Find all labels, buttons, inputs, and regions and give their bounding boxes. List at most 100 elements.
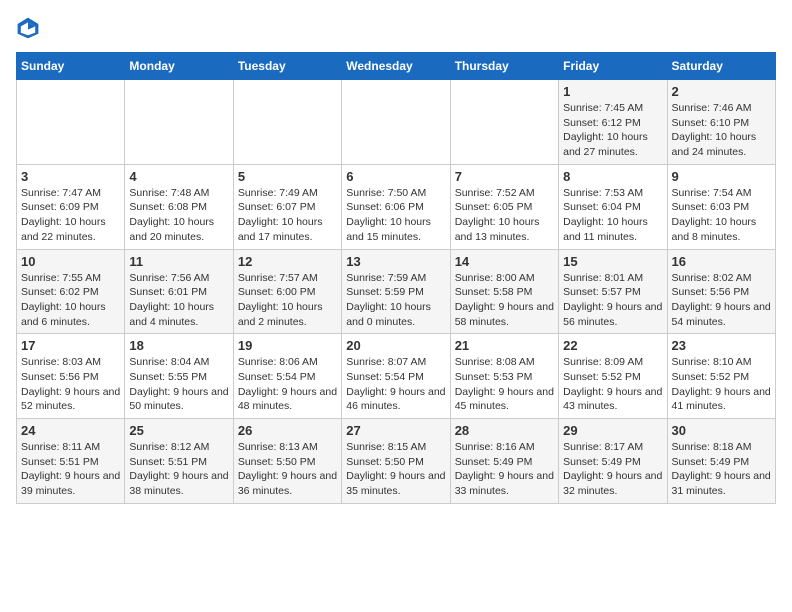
day-info: Sunrise: 8:18 AMSunset: 5:49 PMDaylight:… [672,440,771,499]
day-info: Sunrise: 7:57 AMSunset: 6:00 PMDaylight:… [238,271,337,330]
day-info: Sunrise: 7:47 AMSunset: 6:09 PMDaylight:… [21,186,120,245]
calendar-cell: 23Sunrise: 8:10 AMSunset: 5:52 PMDayligh… [667,334,775,419]
calendar-cell: 24 Sunrise: 8:11 AMSunset: 5:51 PMDayligh… [17,419,125,504]
day-number: 24 [21,423,120,438]
day-number: 7 [455,169,554,184]
calendar-cell: 25Sunrise: 8:12 AMSunset: 5:51 PMDayligh… [125,419,233,504]
calendar-cell: 17 Sunrise: 8:03 AMSunset: 5:56 PMDayligh… [17,334,125,419]
day-number: 18 [129,338,228,353]
day-number: 14 [455,254,554,269]
calendar-cell: 12 Sunrise: 7:57 AMSunset: 6:00 PMDayligh… [233,249,341,334]
weekday-header: Tuesday [233,53,341,80]
day-number: 6 [346,169,445,184]
day-number: 17 [21,338,120,353]
calendar-table: SundayMondayTuesdayWednesdayThursdayFrid… [16,52,776,504]
day-info: Sunrise: 8:17 AMSunset: 5:49 PMDaylight:… [563,440,662,499]
calendar-cell: 2 Sunrise: 7:46 AMSunset: 6:10 PMDaylight… [667,80,775,165]
calendar-cell: 20 Sunrise: 8:07 AMSunset: 5:54 PMDayligh… [342,334,450,419]
day-number: 29 [563,423,662,438]
day-number: 4 [129,169,228,184]
calendar-cell [233,80,341,165]
day-number: 11 [129,254,228,269]
calendar-cell: 14 Sunrise: 8:00 AMSunset: 5:58 PMDayligh… [450,249,558,334]
day-number: 9 [672,169,771,184]
weekday-header: Saturday [667,53,775,80]
day-info: Sunrise: 8:15 AMSunset: 5:50 PMDaylight:… [346,440,445,499]
day-info: Sunrise: 8:10 AMSunset: 5:52 PMDaylight:… [672,355,771,414]
calendar-cell: 8Sunrise: 7:53 AMSunset: 6:04 PMDaylight… [559,164,667,249]
day-info: Sunrise: 7:50 AMSunset: 6:06 PMDaylight:… [346,186,445,245]
weekday-header: Monday [125,53,233,80]
day-info: Sunrise: 8:16 AMSunset: 5:49 PMDaylight:… [455,440,554,499]
calendar-cell: 4 Sunrise: 7:48 AMSunset: 6:08 PMDaylight… [125,164,233,249]
calendar-cell: 13 Sunrise: 7:59 AMSunset: 5:59 PMDayligh… [342,249,450,334]
weekday-header: Wednesday [342,53,450,80]
day-number: 21 [455,338,554,353]
calendar-cell: 15Sunrise: 8:01 AMSunset: 5:57 PMDayligh… [559,249,667,334]
day-info: Sunrise: 7:56 AMSunset: 6:01 PMDaylight:… [129,271,228,330]
calendar-cell [342,80,450,165]
day-number: 8 [563,169,662,184]
calendar-cell: 30 Sunrise: 8:18 AMSunset: 5:49 PMDayligh… [667,419,775,504]
weekday-header: Sunday [17,53,125,80]
day-info: Sunrise: 8:13 AMSunset: 5:50 PMDaylight:… [238,440,337,499]
day-info: Sunrise: 7:48 AMSunset: 6:08 PMDaylight:… [129,186,228,245]
day-info: Sunrise: 7:46 AMSunset: 6:10 PMDaylight:… [672,101,771,160]
calendar-cell: 1 Sunrise: 7:45 AMSunset: 6:12 PMDaylight… [559,80,667,165]
calendar-cell: 21 Sunrise: 8:08 AMSunset: 5:53 PMDayligh… [450,334,558,419]
day-number: 13 [346,254,445,269]
weekday-header: Friday [559,53,667,80]
calendar-cell: 19 Sunrise: 8:06 AMSunset: 5:54 PMDayligh… [233,334,341,419]
day-info: Sunrise: 8:00 AMSunset: 5:58 PMDaylight:… [455,271,554,330]
day-number: 10 [21,254,120,269]
day-number: 16 [672,254,771,269]
day-number: 20 [346,338,445,353]
calendar-cell: 3 Sunrise: 7:47 AMSunset: 6:09 PMDaylight… [17,164,125,249]
day-number: 19 [238,338,337,353]
calendar-cell: 18Sunrise: 8:04 AMSunset: 5:55 PMDayligh… [125,334,233,419]
calendar-cell: 5 Sunrise: 7:49 AMSunset: 6:07 PMDaylight… [233,164,341,249]
weekday-header: Thursday [450,53,558,80]
day-number: 5 [238,169,337,184]
day-info: Sunrise: 7:49 AMSunset: 6:07 PMDaylight:… [238,186,337,245]
day-info: Sunrise: 7:52 AMSunset: 6:05 PMDaylight:… [455,186,554,245]
day-info: Sunrise: 8:01 AMSunset: 5:57 PMDaylight:… [563,271,662,330]
calendar-cell [17,80,125,165]
calendar-cell: 22 Sunrise: 8:09 AMSunset: 5:52 PMDayligh… [559,334,667,419]
day-info: Sunrise: 8:09 AMSunset: 5:52 PMDaylight:… [563,355,662,414]
calendar-cell: 16 Sunrise: 8:02 AMSunset: 5:56 PMDayligh… [667,249,775,334]
day-number: 28 [455,423,554,438]
logo [16,16,44,40]
day-info: Sunrise: 8:08 AMSunset: 5:53 PMDaylight:… [455,355,554,414]
day-number: 27 [346,423,445,438]
day-info: Sunrise: 7:55 AMSunset: 6:02 PMDaylight:… [21,271,120,330]
calendar-cell: 26Sunrise: 8:13 AMSunset: 5:50 PMDayligh… [233,419,341,504]
day-number: 22 [563,338,662,353]
logo-icon [16,16,40,40]
day-number: 1 [563,84,662,99]
day-info: Sunrise: 8:11 AMSunset: 5:51 PMDaylight:… [21,440,120,499]
day-info: Sunrise: 7:45 AMSunset: 6:12 PMDaylight:… [563,101,662,160]
calendar-header: SundayMondayTuesdayWednesdayThursdayFrid… [17,53,776,80]
calendar-cell [450,80,558,165]
day-number: 2 [672,84,771,99]
day-number: 25 [129,423,228,438]
calendar-cell: 29 Sunrise: 8:17 AMSunset: 5:49 PMDayligh… [559,419,667,504]
day-info: Sunrise: 7:59 AMSunset: 5:59 PMDaylight:… [346,271,445,330]
day-info: Sunrise: 8:07 AMSunset: 5:54 PMDaylight:… [346,355,445,414]
calendar-cell: 10 Sunrise: 7:55 AMSunset: 6:02 PMDayligh… [17,249,125,334]
day-info: Sunrise: 8:06 AMSunset: 5:54 PMDaylight:… [238,355,337,414]
day-info: Sunrise: 7:54 AMSunset: 6:03 PMDaylight:… [672,186,771,245]
calendar-cell [125,80,233,165]
calendar-cell: 7 Sunrise: 7:52 AMSunset: 6:05 PMDaylight… [450,164,558,249]
calendar-cell: 28 Sunrise: 8:16 AMSunset: 5:49 PMDayligh… [450,419,558,504]
calendar-cell: 6 Sunrise: 7:50 AMSunset: 6:06 PMDaylight… [342,164,450,249]
calendar-cell: 11 Sunrise: 7:56 AMSunset: 6:01 PMDayligh… [125,249,233,334]
day-number: 3 [21,169,120,184]
day-number: 30 [672,423,771,438]
calendar-cell: 27 Sunrise: 8:15 AMSunset: 5:50 PMDayligh… [342,419,450,504]
day-number: 12 [238,254,337,269]
calendar-cell: 9 Sunrise: 7:54 AMSunset: 6:03 PMDaylight… [667,164,775,249]
day-info: Sunrise: 8:02 AMSunset: 5:56 PMDaylight:… [672,271,771,330]
day-info: Sunrise: 8:03 AMSunset: 5:56 PMDaylight:… [21,355,120,414]
